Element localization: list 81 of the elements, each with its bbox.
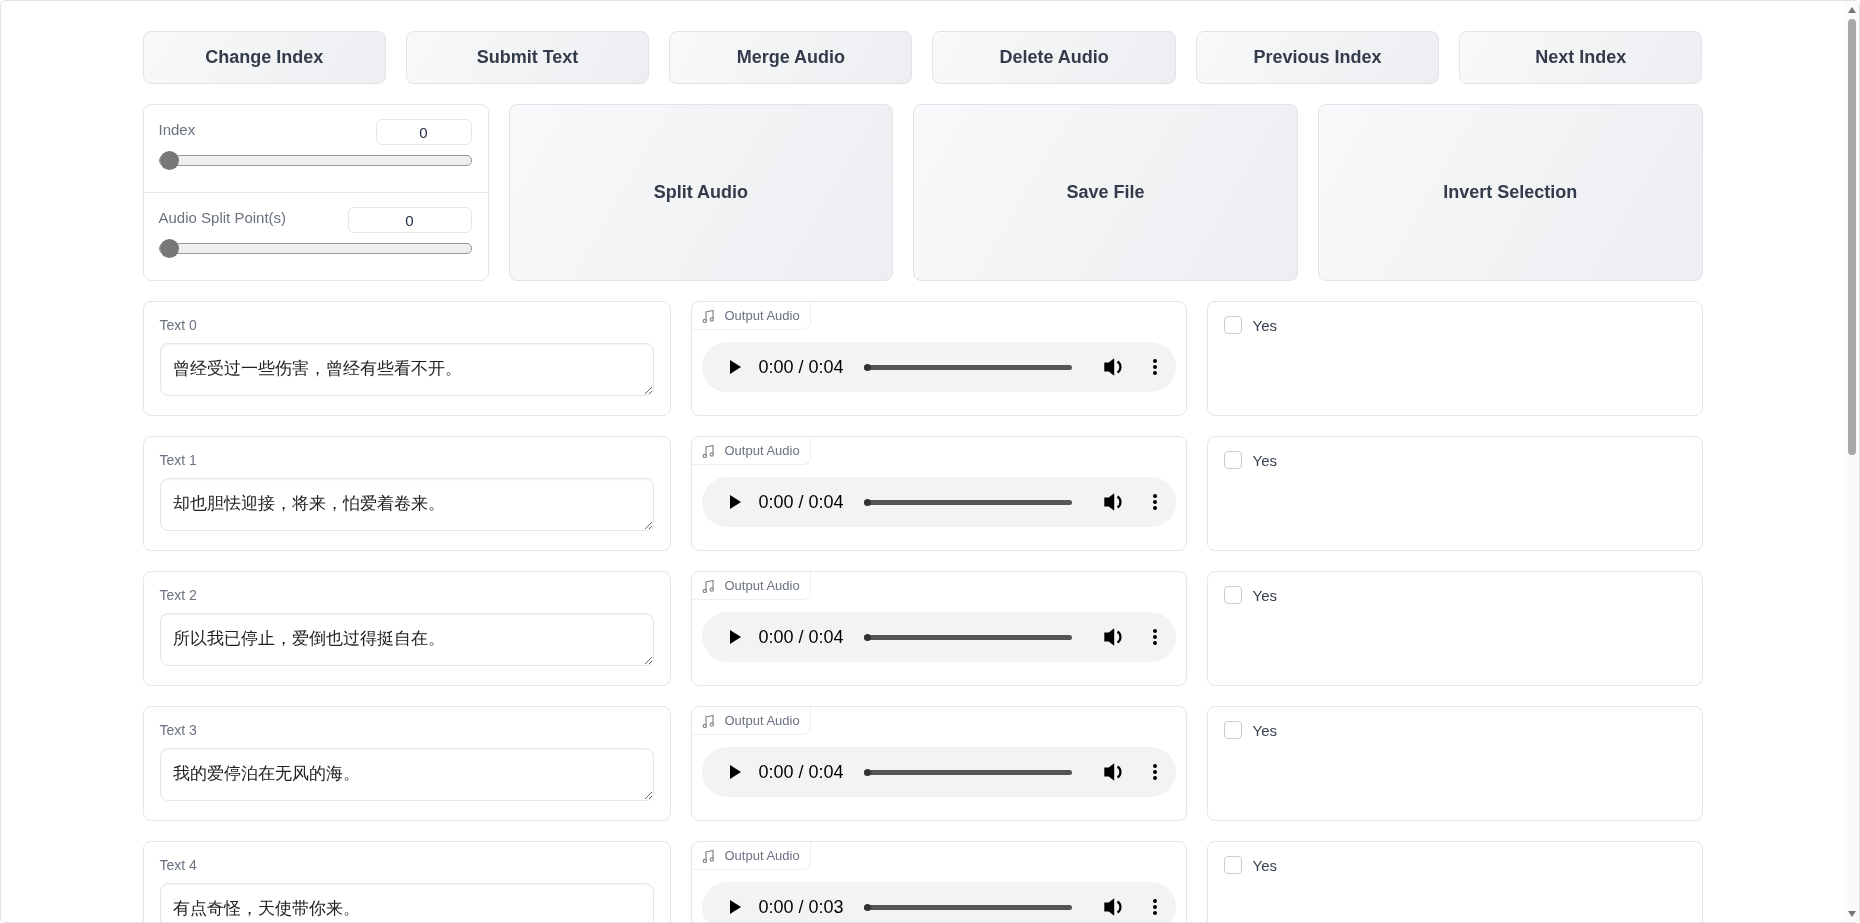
volume-icon[interactable] bbox=[1101, 356, 1122, 378]
play-icon[interactable] bbox=[727, 629, 742, 645]
music-note-icon bbox=[701, 713, 716, 728]
audio-label: Output Audio bbox=[691, 572, 811, 600]
slider-label: Index bbox=[158, 121, 196, 138]
toolbar-button[interactable]: Previous Index bbox=[1195, 31, 1440, 84]
checkbox[interactable] bbox=[1223, 316, 1242, 334]
audio-time: 0:00 / 0:04 bbox=[758, 491, 844, 513]
action-button[interactable]: Invert Selection bbox=[1317, 104, 1703, 281]
progress-thumb[interactable] bbox=[863, 633, 871, 641]
checkbox-label: Yes bbox=[1252, 316, 1277, 334]
more-icon[interactable] bbox=[1151, 763, 1158, 781]
field-label: Text 2 bbox=[159, 587, 198, 603]
text-field[interactable]: 曾经受过一些伤害，曾经有些看不开。 bbox=[159, 343, 654, 396]
toolbar-button[interactable]: Delete Audio bbox=[932, 31, 1176, 84]
text-field[interactable]: 我的爱停泊在无风的海。 bbox=[159, 748, 654, 801]
progress-thumb[interactable] bbox=[863, 903, 871, 911]
toolbar-button[interactable]: Submit Text bbox=[405, 31, 650, 84]
slider-thumb[interactable] bbox=[159, 151, 179, 170]
field-label: Text 0 bbox=[159, 317, 198, 333]
audio-label: Output Audio bbox=[691, 437, 811, 465]
progress-thumb[interactable] bbox=[863, 498, 871, 506]
number-field[interactable]: 0 bbox=[375, 119, 472, 145]
toolbar-button[interactable]: Merge Audio bbox=[669, 31, 913, 84]
progress-bar[interactable] bbox=[863, 634, 1072, 640]
audio-player[interactable]: 0:00 / 0:04 bbox=[701, 477, 1176, 527]
field-label: Text 4 bbox=[159, 857, 198, 873]
more-icon[interactable] bbox=[1151, 493, 1158, 511]
volume-icon[interactable] bbox=[1101, 626, 1122, 648]
checkbox-label: Yes bbox=[1252, 856, 1277, 874]
audio-player[interactable]: 0:00 / 0:04 bbox=[701, 747, 1176, 797]
toolbar-button[interactable]: Change Index bbox=[142, 31, 386, 84]
audio-player[interactable]: 0:00 / 0:04 bbox=[701, 342, 1176, 392]
scrollbar-drawing[interactable] bbox=[1844, 1, 1859, 922]
checkbox-label: Yes bbox=[1252, 451, 1277, 469]
music-note-icon bbox=[701, 443, 716, 458]
play-icon[interactable] bbox=[727, 494, 742, 510]
checkbox-label: Yes bbox=[1252, 586, 1277, 604]
text-field[interactable]: 却也胆怯迎接，将来，怕爱着卷来。 bbox=[159, 478, 654, 531]
audio-label: Output Audio bbox=[691, 842, 811, 870]
action-button[interactable]: Split Audio bbox=[508, 104, 894, 281]
checkbox[interactable] bbox=[1223, 586, 1242, 604]
more-icon[interactable] bbox=[1151, 628, 1158, 646]
progress-thumb[interactable] bbox=[863, 363, 871, 371]
progress-bar[interactable] bbox=[863, 769, 1072, 775]
play-icon[interactable] bbox=[727, 899, 742, 915]
progress-bar[interactable] bbox=[863, 364, 1072, 370]
slider-label: Audio Split Point(s) bbox=[158, 209, 287, 226]
field-label: Text 1 bbox=[159, 452, 198, 468]
audio-player[interactable]: 0:00 / 0:03 bbox=[701, 882, 1176, 922]
more-icon[interactable] bbox=[1151, 358, 1158, 376]
audio-player[interactable]: 0:00 / 0:04 bbox=[701, 612, 1176, 662]
field-label: Text 3 bbox=[159, 722, 198, 738]
audio-label: Output Audio bbox=[691, 302, 811, 330]
audio-label: Output Audio bbox=[691, 707, 811, 735]
text-field[interactable]: 所以我已停止，爱倒也过得挺自在。 bbox=[159, 613, 654, 666]
volume-icon[interactable] bbox=[1101, 896, 1122, 918]
number-field[interactable]: 0 bbox=[347, 207, 472, 233]
progress-bar[interactable] bbox=[863, 904, 1072, 910]
music-note-icon bbox=[701, 848, 716, 863]
volume-icon[interactable] bbox=[1101, 491, 1122, 513]
checkbox[interactable] bbox=[1223, 721, 1242, 739]
checkbox[interactable] bbox=[1223, 856, 1242, 874]
play-icon[interactable] bbox=[727, 359, 742, 375]
play-icon[interactable] bbox=[727, 764, 742, 780]
more-icon[interactable] bbox=[1151, 898, 1158, 916]
text-field[interactable]: 有点奇怪，天使带你来。 bbox=[159, 883, 654, 922]
action-button[interactable]: Save File bbox=[913, 104, 1298, 281]
audio-time: 0:00 / 0:04 bbox=[758, 356, 844, 378]
audio-time: 0:00 / 0:04 bbox=[758, 626, 844, 648]
audio-time: 0:00 / 0:04 bbox=[758, 761, 844, 783]
music-note-icon bbox=[701, 578, 716, 593]
volume-icon[interactable] bbox=[1101, 761, 1122, 783]
toolbar-button[interactable]: Next Index bbox=[1459, 31, 1703, 84]
audio-time: 0:00 / 0:03 bbox=[758, 896, 844, 918]
progress-thumb[interactable] bbox=[863, 768, 871, 776]
progress-bar[interactable] bbox=[863, 499, 1072, 505]
checkbox[interactable] bbox=[1223, 451, 1242, 469]
slider-thumb[interactable] bbox=[159, 239, 179, 258]
music-note-icon bbox=[701, 308, 716, 323]
checkbox-label: Yes bbox=[1252, 721, 1277, 739]
